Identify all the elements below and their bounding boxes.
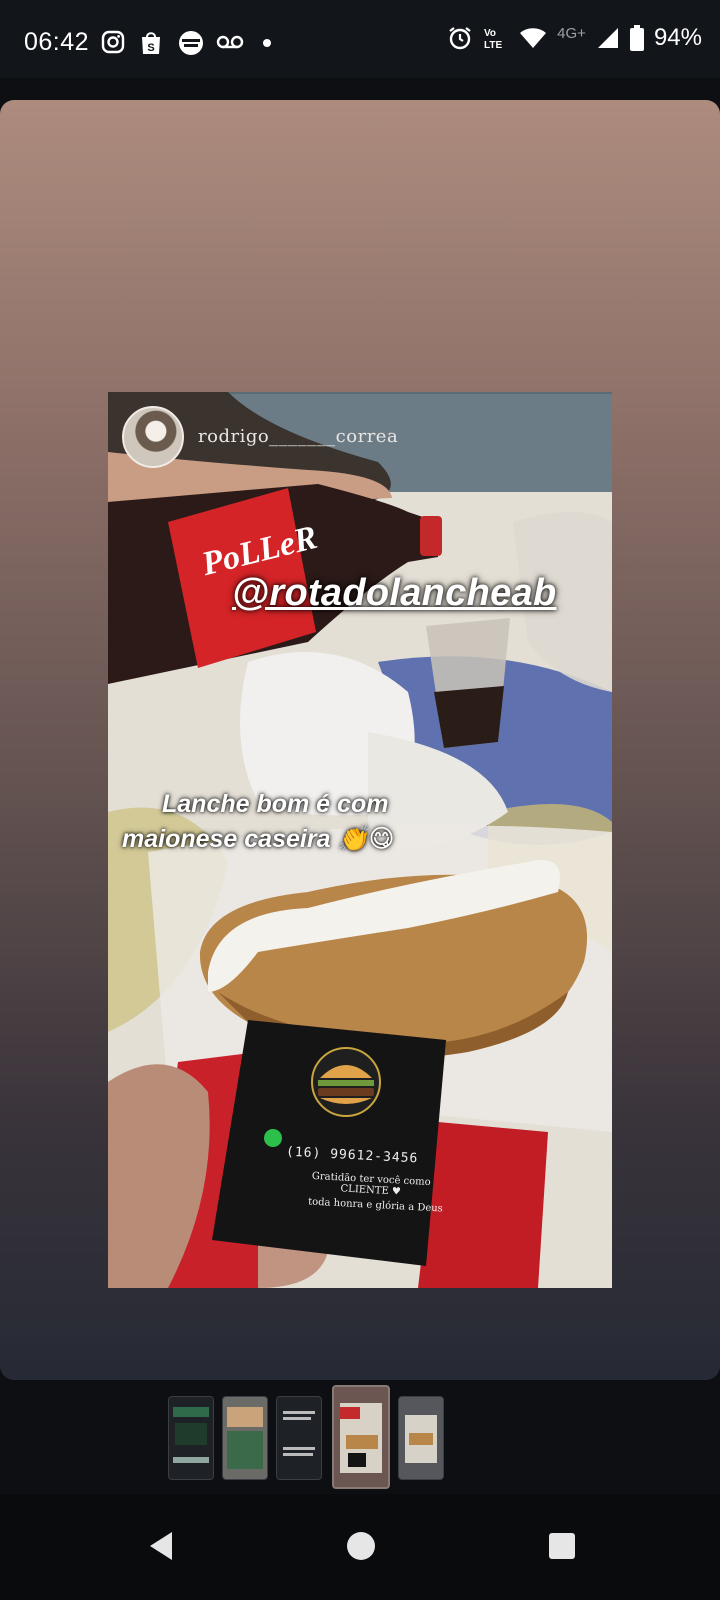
- mention-sticker[interactable]: @rotadolancheab: [232, 572, 557, 615]
- status-bar: 06:42 S Vo LTE 4G+ 94%: [0, 0, 720, 78]
- caption-line-2: maionese caseira 👏😋: [122, 825, 395, 853]
- navigation-bar: [0, 1494, 720, 1600]
- network-type-label: 4G+: [557, 24, 586, 42]
- battery-percentage: 94%: [653, 24, 702, 51]
- shopping-bag-icon: S: [142, 32, 160, 54]
- svg-text:LTE: LTE: [484, 40, 502, 51]
- story-image[interactable]: PoLLeR rodrigo_______correa @rotadolanch…: [108, 392, 612, 1288]
- caixa-tem-icon: [179, 31, 203, 55]
- story-viewer[interactable]: PoLLeR rodrigo_______correa @rotadolanch…: [0, 100, 720, 1380]
- story-thumbnail-active[interactable]: [332, 1385, 390, 1489]
- recents-icon[interactable]: [548, 1530, 576, 1562]
- dot-icon: [263, 39, 271, 47]
- story-thumbnail[interactable]: [222, 1396, 268, 1480]
- caption-line-1: Lanche bom é com: [162, 790, 389, 818]
- instagram-icon: [101, 30, 125, 54]
- status-right-group: Vo LTE 4G+ 94%: [447, 24, 702, 52]
- home-icon[interactable]: [346, 1530, 376, 1562]
- battery-icon: [629, 25, 644, 51]
- user-avatar[interactable]: [122, 406, 184, 468]
- wifi-icon: [520, 28, 547, 48]
- story-thumbnail[interactable]: [276, 1396, 322, 1480]
- status-time: 06:42: [24, 28, 90, 56]
- story-thumbnail-strip: [0, 1380, 720, 1490]
- volte-icon: Vo LTE: [484, 28, 502, 51]
- svg-text:Vo: Vo: [484, 28, 496, 39]
- svg-text:S: S: [147, 42, 154, 54]
- back-icon[interactable]: [146, 1530, 174, 1562]
- voicemail-icon: [216, 35, 244, 49]
- story-thumbnail[interactable]: [398, 1396, 444, 1480]
- story-username[interactable]: rodrigo_______correa: [198, 426, 398, 447]
- signal-icon: [597, 28, 618, 48]
- story-thumbnail[interactable]: [168, 1396, 214, 1480]
- alarm-icon: [449, 27, 471, 50]
